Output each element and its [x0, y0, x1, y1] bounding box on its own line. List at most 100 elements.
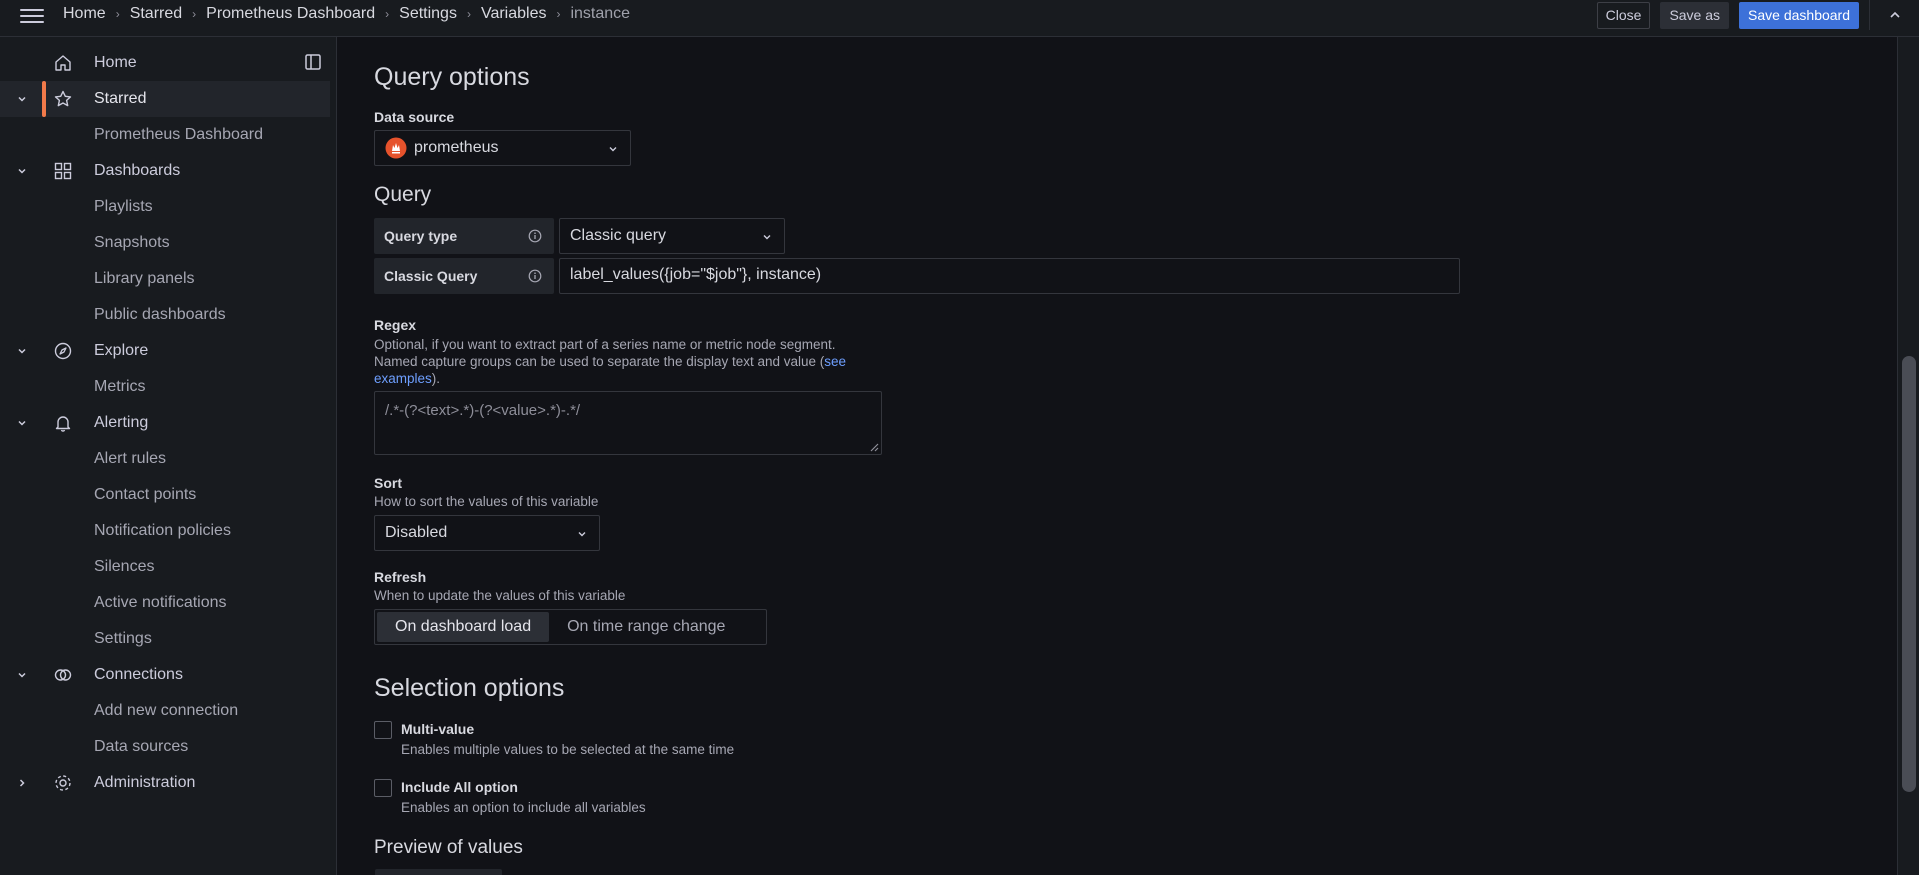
see-examples-link[interactable]: see — [824, 354, 846, 369]
sidebar-item-label: Dashboards — [94, 162, 181, 179]
sidebar-item-playlists[interactable]: Playlists — [0, 189, 330, 225]
save-as-button[interactable]: Save as — [1660, 1, 1730, 29]
sidebar-item-home[interactable]: Home — [0, 45, 330, 81]
compass-icon — [54, 342, 72, 360]
sidebar-item-label: Notification policies — [94, 522, 231, 539]
refresh-description: When to update the values of this variab… — [374, 588, 626, 603]
sidebar-item-library-panels[interactable]: Library panels — [0, 261, 330, 297]
sort-value: Disabled — [385, 524, 448, 541]
refresh-option-dashboard-load[interactable]: On dashboard load — [377, 612, 550, 642]
chevron-right-icon: › — [385, 7, 390, 21]
sidebar-item-dashboards[interactable]: Dashboards — [0, 153, 330, 189]
save-dashboard-button[interactable]: Save dashboard — [1739, 1, 1859, 29]
chevron-right-icon: › — [556, 7, 561, 21]
sidebar-item-data-sources[interactable]: Data sources — [0, 729, 330, 765]
sidebar-item-active-notifications[interactable]: Active notifications — [0, 585, 330, 621]
home-icon — [55, 55, 71, 71]
sidebar-item-label: Active notifications — [94, 594, 227, 611]
sidebar-item-administration[interactable]: Administration — [0, 765, 330, 801]
chevron-down-icon[interactable] — [16, 669, 28, 681]
bell-icon — [55, 416, 71, 432]
refresh-option-time-range-change[interactable]: On time range change — [549, 612, 743, 642]
sidebar-item-connections[interactable]: Connections — [0, 657, 330, 693]
sidebar-item-notification-policies[interactable]: Notification policies — [0, 513, 330, 549]
chevron-down-icon — [578, 532, 586, 537]
sidebar-item-alerting[interactable]: Alerting — [0, 405, 330, 441]
query-options-title: Query options — [374, 63, 530, 91]
data-source-value: prometheus — [414, 139, 499, 156]
chevron-right-icon[interactable] — [16, 777, 28, 789]
sidebar-item-starred[interactable]: Starred — [0, 81, 330, 117]
sidebar-item-label: Alerting — [94, 414, 149, 431]
chevron-down-icon[interactable] — [16, 417, 28, 429]
regex-desc-line-1: Optional, if you want to extract part of… — [374, 337, 836, 352]
resize-handle-icon[interactable] — [869, 442, 879, 452]
chevron-down-icon — [763, 235, 771, 240]
apps-icon — [54, 162, 72, 180]
sidebar-item-label: Snapshots — [94, 234, 170, 251]
info-icon[interactable] — [528, 229, 542, 243]
active-indicator — [42, 81, 46, 117]
classic-query-label-text: Classic Query — [384, 268, 478, 284]
breadcrumb-variables[interactable]: Variables — [481, 5, 547, 23]
sidebar-item-add-new-connection[interactable]: Add new connection — [0, 693, 330, 729]
collapse-topbar-button[interactable] — [1869, 0, 1919, 30]
sidebar-item-snapshots[interactable]: Snapshots — [0, 225, 330, 261]
chevron-down-icon[interactable] — [16, 165, 28, 177]
sidebar-item-public-dashboards[interactable]: Public dashboards — [0, 297, 330, 333]
breadcrumb-dashboard[interactable]: Prometheus Dashboard — [206, 5, 375, 23]
multi-value-description: Enables multiple values to be selected a… — [401, 742, 735, 757]
sidebar-item-prometheus-dashboard[interactable]: Prometheus Dashboard — [0, 117, 330, 153]
query-type-label: Query type — [374, 218, 554, 254]
multi-value-checkbox[interactable] — [374, 721, 392, 739]
sidebar-item-alert-rules[interactable]: Alert rules — [0, 441, 330, 477]
regex-desc-end: ). — [431, 371, 441, 386]
sidebar-item-label: Silences — [94, 558, 155, 575]
data-source-select[interactable]: prometheus — [374, 130, 631, 166]
sidebar-item-contact-points[interactable]: Contact points — [0, 477, 330, 513]
menu-icon[interactable] — [20, 5, 44, 29]
breadcrumb-starred[interactable]: Starred — [130, 5, 182, 23]
query-title: Query — [374, 183, 432, 206]
sidebar-item-alerting-settings[interactable]: Settings — [0, 621, 330, 657]
selection-options-title: Selection options — [374, 674, 565, 702]
sidebar-item-metrics[interactable]: Metrics — [0, 369, 330, 405]
cog-icon — [55, 775, 71, 791]
sort-label: Sort — [374, 475, 402, 491]
breadcrumb: Home › Starred › Prometheus Dashboard › … — [63, 3, 630, 25]
data-source-label: Data source — [374, 109, 455, 125]
multi-value-label: Multi-value — [401, 721, 475, 737]
sidebar-item-silences[interactable]: Silences — [0, 549, 330, 585]
chevron-up-icon — [1889, 11, 1900, 18]
sidebar-item-label: Public dashboards — [94, 306, 226, 323]
sidebar-item-label: Administration — [94, 774, 196, 791]
sidebar-item-label: Prometheus Dashboard — [94, 126, 263, 143]
chevron-down-icon[interactable] — [16, 345, 28, 357]
star-icon — [54, 90, 72, 107]
connections-icon — [54, 669, 72, 681]
see-examples-link-continued[interactable]: examples — [374, 371, 432, 386]
sidebar-item-label: Contact points — [94, 486, 197, 503]
sidebar-item-label: Metrics — [94, 378, 146, 395]
scrollbar-thumb[interactable] — [1902, 356, 1916, 792]
close-button[interactable]: Close — [1596, 1, 1651, 29]
regex-textarea[interactable]: /.*-(?<text>.*)-(?<value>.*)-.*/ — [374, 391, 882, 455]
breadcrumb-home[interactable]: Home — [63, 5, 106, 23]
sidebar-item-label: Settings — [94, 630, 152, 647]
query-type-select[interactable]: Classic query — [559, 218, 785, 254]
breadcrumb-settings[interactable]: Settings — [399, 5, 457, 23]
info-icon[interactable] — [528, 269, 542, 283]
preview-of-values-title: Preview of values — [374, 837, 523, 858]
chevron-down-icon[interactable] — [16, 93, 28, 105]
sort-select[interactable]: Disabled — [374, 515, 600, 551]
regex-description: Optional, if you want to extract part of… — [374, 336, 934, 387]
include-all-checkbox[interactable] — [374, 779, 392, 797]
sidebar-item-label: Playlists — [94, 198, 153, 215]
sidebar-item-label: Alert rules — [94, 450, 167, 467]
chevron-right-icon: › — [115, 7, 120, 21]
classic-query-input[interactable]: label_values({job="$job"}, instance) — [559, 258, 1460, 294]
classic-query-label: Classic Query — [374, 258, 554, 294]
refresh-label: Refresh — [374, 569, 427, 585]
sidebar-item-explore[interactable]: Explore — [0, 333, 330, 369]
sidebar-item-label: Data sources — [94, 738, 189, 755]
